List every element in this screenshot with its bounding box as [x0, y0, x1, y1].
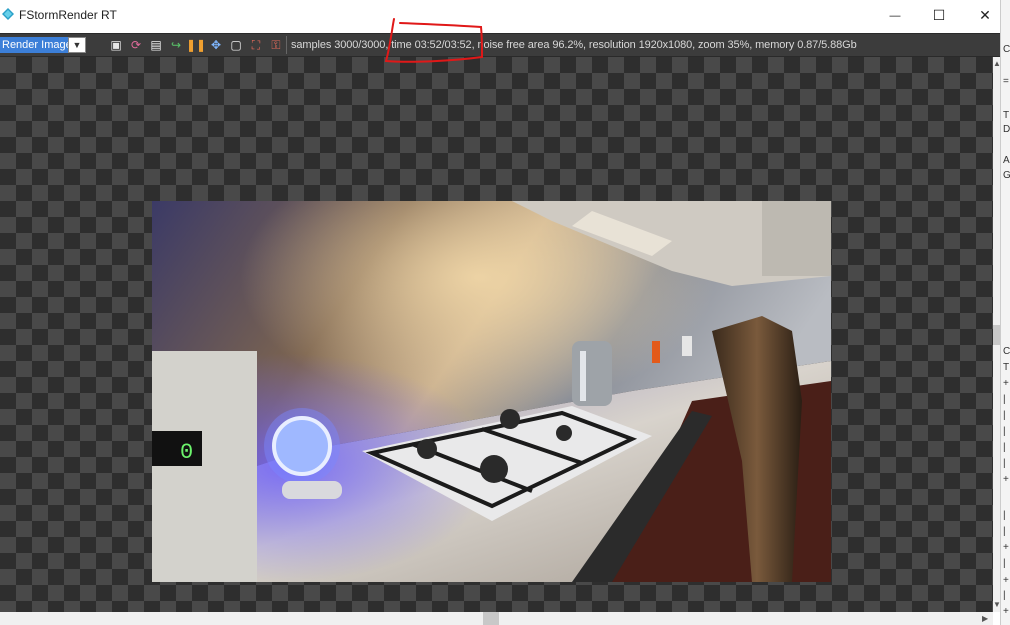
chevron-down-icon[interactable]: ▼: [68, 37, 86, 53]
background-window-glyph: T: [1003, 362, 1010, 373]
scroll-right-icon[interactable]: ▶: [982, 614, 988, 623]
refresh-icon[interactable]: ⟳: [128, 37, 144, 53]
background-window-glyph: D: [1003, 124, 1010, 135]
disk-icon[interactable]: ▤: [148, 37, 164, 53]
background-window-glyph: +: [1003, 474, 1009, 485]
toolbar-divider: [286, 36, 287, 54]
tool-buttons: ▣ ⟳ ▤ ↪ ❚❚ ✥ ▢ ⛶ ⚿: [108, 37, 284, 53]
pause-icon[interactable]: ❚❚: [186, 37, 206, 53]
render-toolbar: Render Image ▼ ▣ ⟳ ▤ ↪ ❚❚ ✥ ▢ ⛶ ⚿ samples 3000/3…: [0, 33, 1000, 57]
background-window-glyph: |: [1003, 558, 1006, 569]
background-window-glyph: G: [1003, 170, 1010, 181]
minimize-button[interactable]: —: [872, 0, 918, 31]
background-window-glyph: |: [1003, 410, 1006, 421]
render-canvas[interactable]: 0: [0, 57, 993, 612]
render-status-text: samples 3000/3000, time 03:52/03:52, noi…: [291, 39, 857, 51]
background-window-glyph: T: [1003, 110, 1010, 121]
horizontal-scrollbar[interactable]: ▶: [0, 612, 993, 625]
app-logo-icon: [2, 8, 14, 20]
background-window-glyph: +: [1003, 378, 1009, 389]
lock-icon[interactable]: ⚿: [268, 37, 284, 53]
maximize-button[interactable]: ☐: [916, 0, 962, 31]
render-channel-select[interactable]: Render Image ▼: [0, 37, 86, 53]
render-channel-value[interactable]: Render Image: [0, 37, 68, 53]
background-window-glyph: =: [1003, 76, 1009, 87]
region-icon[interactable]: ▢: [228, 37, 244, 53]
close-icon: ✕: [979, 7, 991, 23]
horizontal-scroll-thumb[interactable]: [483, 612, 499, 625]
vertical-scrollbar[interactable]: ▲ ▼: [993, 57, 1001, 612]
annotation-highlight: [384, 18, 484, 63]
minimize-icon: —: [889, 9, 901, 22]
background-window-glyph: A: [1003, 155, 1010, 166]
window-title: FStormRender RT: [19, 8, 117, 22]
background-window-glyph: |: [1003, 526, 1006, 537]
background-window-glyph: +: [1003, 606, 1009, 617]
background-window-edge: C = T D A G C T + | | | | | + | | + | + | +: [1000, 0, 1010, 625]
background-window-glyph: +: [1003, 575, 1009, 586]
background-window-glyph: C: [1003, 44, 1010, 55]
background-window-glyph: |: [1003, 510, 1006, 521]
maximize-icon: ☐: [932, 7, 946, 23]
background-window-glyph: |: [1003, 458, 1006, 469]
export-icon[interactable]: ↪: [168, 37, 184, 53]
background-window-glyph: |: [1003, 442, 1006, 453]
rendered-kitchen-image: 0: [152, 201, 831, 582]
background-window-glyph: |: [1003, 394, 1006, 405]
title-bar: FStormRender RT — ☐ ✕: [0, 0, 1000, 31]
vertical-scroll-thumb[interactable]: [993, 325, 1000, 345]
kitchen-render-picture: 0: [152, 201, 831, 582]
background-window-glyph: |: [1003, 426, 1006, 437]
background-window-glyph: |: [1003, 590, 1006, 601]
svg-text:0: 0: [180, 440, 193, 465]
background-window-glyph: C: [1003, 346, 1010, 357]
fit-icon[interactable]: ✥: [208, 37, 224, 53]
background-window-glyph: +: [1003, 542, 1009, 553]
save-image-icon[interactable]: ▣: [108, 37, 124, 53]
crop-icon[interactable]: ⛶: [248, 37, 264, 53]
